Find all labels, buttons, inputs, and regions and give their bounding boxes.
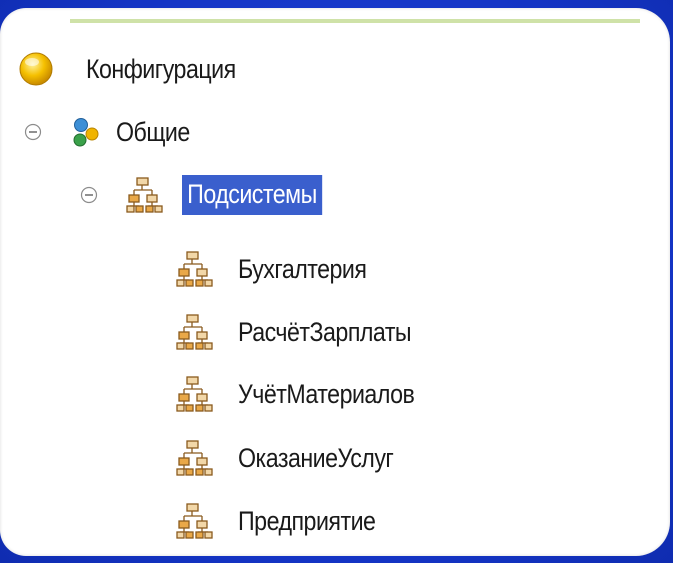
configuration-icon xyxy=(19,52,53,86)
tree-node-label: ОказаниеУслуг xyxy=(238,442,394,473)
presentation-background: Конфигурация Общие Подсистемы Бухгалтери… xyxy=(0,0,673,563)
tree-node-label: УчётМатериалов xyxy=(238,378,415,409)
subsystem-icon xyxy=(126,177,163,213)
common-objects-icon xyxy=(73,118,99,147)
subsystem-icon xyxy=(176,503,213,539)
subsystem-icon xyxy=(176,376,213,412)
tree-node-subsystem-item[interactable]: УчётМатериалов xyxy=(176,369,443,419)
tree-node-label: Предприятие xyxy=(238,505,376,536)
configuration-tree-panel: Конфигурация Общие Подсистемы Бухгалтери… xyxy=(0,8,670,556)
tree-node-configuration[interactable]: Конфигурация xyxy=(18,44,260,94)
tree-node-subsystems[interactable]: Подсистемы xyxy=(126,170,345,220)
tree-node-common[interactable]: Общие xyxy=(70,107,202,157)
tree-node-label-selected: Подсистемы xyxy=(182,175,322,215)
tree-node-subsystem-item[interactable]: Бухгалтерия xyxy=(176,244,387,294)
subsystem-icon xyxy=(176,251,213,287)
subsystem-icon xyxy=(176,440,213,476)
tree-node-label: Общие xyxy=(116,116,190,147)
collapse-toggle-icon[interactable] xyxy=(24,123,42,141)
tree-node-label: Бухгалтерия xyxy=(238,253,367,284)
collapse-toggle-icon[interactable] xyxy=(80,186,98,204)
panel-top-divider xyxy=(70,19,640,23)
tree-node-subsystem-item[interactable]: Предприятие xyxy=(176,496,398,546)
tree-node-subsystem-item[interactable]: ОказаниеУслуг xyxy=(176,433,419,483)
subsystem-icon xyxy=(176,314,213,350)
tree-node-label: Конфигурация xyxy=(86,53,236,84)
tree-node-label: РасчётЗарплаты xyxy=(238,316,412,347)
tree-node-subsystem-item[interactable]: РасчётЗарплаты xyxy=(176,307,439,357)
